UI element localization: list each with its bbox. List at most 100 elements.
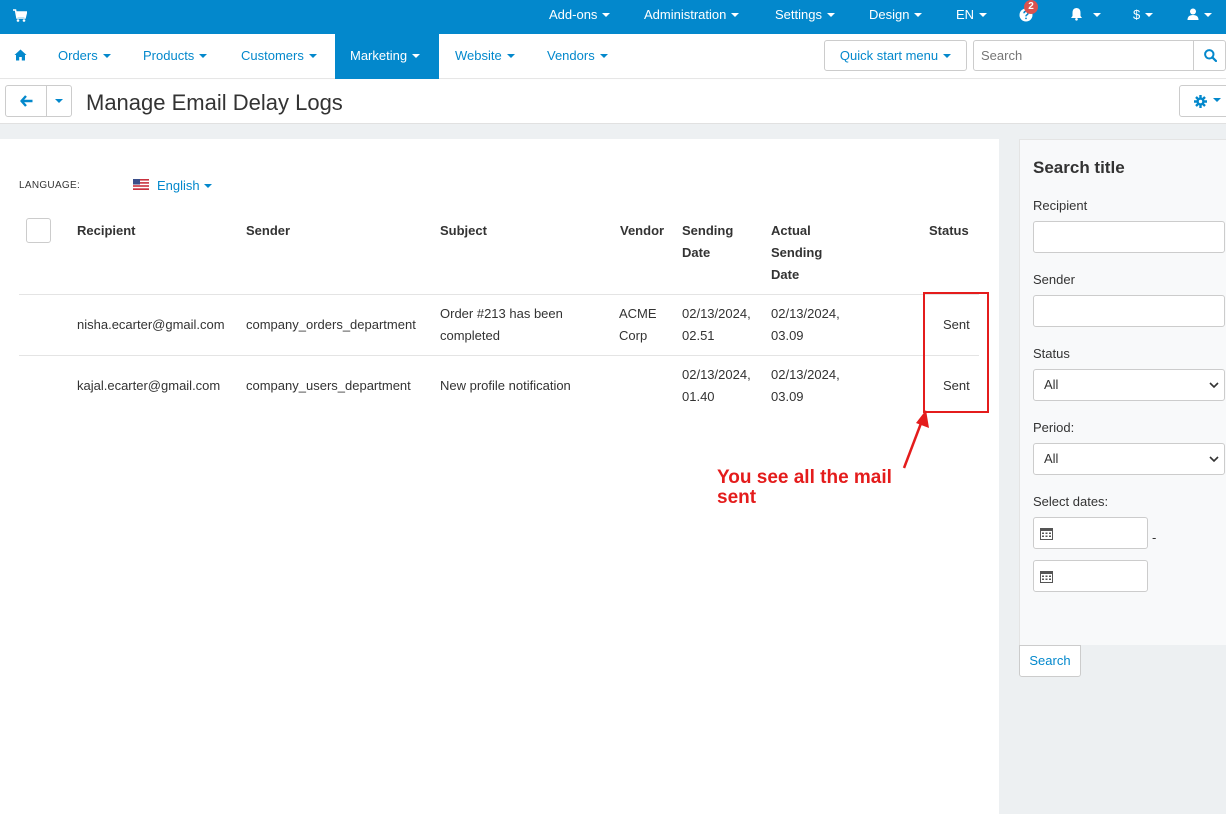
cell-subject: Order #213 has been completed: [440, 306, 563, 343]
caret-down-icon: [1093, 12, 1101, 17]
currency-menu[interactable]: $: [1133, 0, 1154, 34]
notification-count-badge: 2: [1024, 0, 1038, 14]
nav-vendors-label: Vendors: [547, 48, 595, 63]
cell-sending-date: 02/13/2024, 01.40: [682, 367, 751, 404]
calendar-icon: [1040, 528, 1053, 540]
header-sender[interactable]: Sender: [246, 220, 290, 242]
row-divider: [19, 355, 979, 356]
top-bar: Add-ons Administration Settings Design E…: [0, 0, 1226, 34]
sender-input[interactable]: [1033, 295, 1225, 327]
header-recipient[interactable]: Recipient: [77, 220, 136, 242]
cell-actual-sending-date: 02/13/2024, 03.09: [771, 306, 840, 343]
bell-icon: [1071, 8, 1082, 21]
header-sending-date[interactable]: Sending Date: [682, 220, 754, 264]
status-select-value: All: [1044, 377, 1059, 392]
topmenu-administration-label: Administration: [644, 7, 727, 22]
nav-customers-label: Customers: [241, 48, 304, 63]
home-icon[interactable]: [14, 49, 27, 61]
status-highlight-box: [923, 292, 989, 413]
caret-down-icon: [731, 12, 740, 17]
caret-down-icon: [914, 12, 923, 17]
topmenu-design[interactable]: Design: [869, 0, 923, 34]
user-menu[interactable]: [1187, 0, 1212, 34]
chevron-down-icon: [1209, 382, 1219, 389]
recipient-label: Recipient: [1033, 198, 1088, 213]
select-dates-label: Select dates:: [1033, 494, 1109, 509]
topmenu-settings[interactable]: Settings: [775, 0, 835, 34]
period-select-value: All: [1044, 451, 1059, 466]
quick-start-menu-button[interactable]: Quick start menu: [824, 40, 967, 71]
recipient-input[interactable]: [1033, 221, 1225, 253]
annotation-text: You see all the mail sent: [717, 467, 892, 508]
header-actual-sending-date[interactable]: Actual Sending Date: [771, 220, 841, 286]
caret-down-icon: [826, 12, 835, 17]
main-navigation: Orders Products Customers Marketing Webs…: [0, 34, 1226, 79]
gear-icon: [1194, 95, 1207, 108]
nav-orders[interactable]: Orders: [58, 34, 111, 79]
caret-down-icon: [412, 53, 421, 58]
cell-subject: New profile notification: [440, 378, 571, 393]
us-flag-icon: [133, 179, 149, 190]
language-selector[interactable]: English: [157, 178, 212, 193]
caret-down-icon: [308, 53, 317, 58]
date-from-input[interactable]: [1033, 517, 1148, 549]
date-to-input[interactable]: [1033, 560, 1148, 592]
topmenu-administration[interactable]: Administration: [644, 0, 740, 34]
cart-icon[interactable]: [13, 9, 27, 23]
nav-orders-label: Orders: [58, 48, 98, 63]
caret-down-icon: [1145, 12, 1154, 17]
header-subject[interactable]: Subject: [440, 220, 487, 242]
header-vendor[interactable]: Vendor: [620, 220, 664, 242]
sidebar-title: Search title: [1033, 158, 1125, 177]
calendar-icon: [1040, 571, 1053, 583]
caret-down-icon: [943, 53, 952, 58]
arrow-left-icon: [20, 95, 33, 107]
settings-gear-button[interactable]: [1179, 85, 1226, 117]
select-all-checkbox[interactable]: [26, 218, 51, 243]
nav-products[interactable]: Products: [143, 34, 208, 79]
topmenu-language[interactable]: EN: [956, 0, 988, 34]
status-label: Status: [1033, 346, 1070, 361]
cell-vendor: ACME Corp: [619, 306, 657, 343]
global-search-button[interactable]: [1193, 40, 1226, 71]
caret-down-icon: [599, 53, 608, 58]
nav-customers[interactable]: Customers: [241, 34, 317, 79]
period-select[interactable]: All: [1033, 443, 1225, 475]
topmenu-addons[interactable]: Add-ons: [549, 0, 611, 34]
row-divider: [19, 294, 979, 295]
page-header: Manage Email Delay Logs: [0, 80, 1226, 124]
status-select[interactable]: All: [1033, 369, 1225, 401]
notifications-menu[interactable]: [1070, 0, 1101, 34]
sender-label: Sender: [1033, 272, 1075, 287]
sidebar-search-button[interactable]: Search: [1019, 645, 1081, 677]
cell-sending-date: 02/13/2024, 02.51: [682, 306, 751, 343]
caret-down-icon: [979, 12, 988, 17]
topmenu-language-label: EN: [956, 7, 975, 22]
currency-label: $: [1133, 7, 1141, 22]
chevron-down-icon: [1209, 456, 1219, 463]
topmenu-design-label: Design: [869, 7, 910, 22]
date-range-separator: -: [1152, 530, 1157, 545]
caret-down-icon: [203, 183, 212, 188]
quick-start-label: Quick start menu: [839, 48, 939, 63]
caret-down-icon: [1213, 98, 1221, 102]
caret-down-icon: [506, 53, 515, 58]
back-button[interactable]: [5, 85, 47, 117]
language-label: LANGUAGE:: [19, 180, 81, 191]
search-icon: [1204, 49, 1217, 62]
cell-sender: company_users_department: [246, 378, 411, 393]
caret-down-icon: [1204, 12, 1212, 17]
history-dropdown-button[interactable]: [46, 85, 72, 117]
user-icon: [1187, 8, 1199, 21]
global-search-input[interactable]: [973, 40, 1194, 71]
caret-down-icon: [102, 53, 111, 58]
cell-actual-sending-date: 02/13/2024, 03.09: [771, 367, 840, 404]
nav-website[interactable]: Website: [455, 34, 515, 79]
nav-vendors[interactable]: Vendors: [547, 34, 608, 79]
caret-down-icon: [199, 53, 208, 58]
nav-marketing[interactable]: Marketing: [335, 34, 439, 79]
period-label: Period:: [1033, 420, 1075, 435]
language-value: English: [157, 178, 200, 193]
cell-recipient: kajal.ecarter@gmail.com: [77, 378, 221, 393]
header-status[interactable]: Status: [929, 220, 969, 242]
